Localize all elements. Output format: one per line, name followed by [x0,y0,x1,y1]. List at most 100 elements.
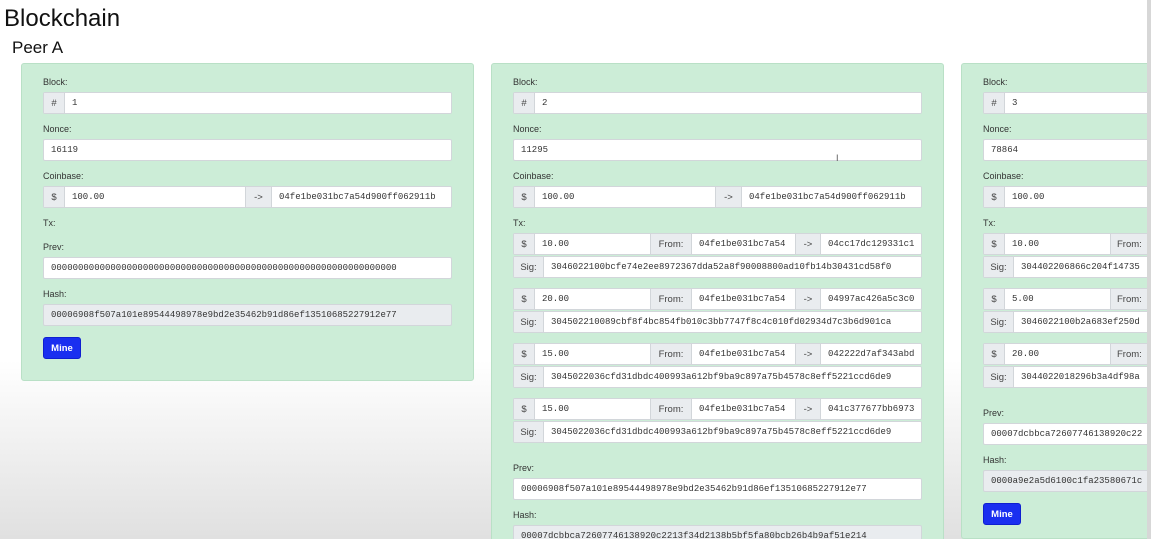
tx-from-input[interactable]: 04fe1be031bc7a54 [692,289,795,309]
coinbase-amount-input[interactable]: 100.00 [65,187,245,207]
sig-addon: Sig: [514,257,544,277]
block-number-input[interactable]: 1 [65,93,451,113]
tx-amount-input[interactable]: 15.00 [535,399,650,419]
tx-sig-row: Sig: 3044022018296b3a4df98a [983,366,1151,388]
from-addon: From: [650,234,692,254]
sig-addon: Sig: [984,367,1014,387]
dollar-sign: $ [984,289,1005,309]
coinbase-label: Coinbase: [513,171,554,181]
from-addon: From: [650,344,692,364]
block-number-input[interactable]: 3 [1005,93,1151,113]
tx-amount-input[interactable]: 15.00 [535,344,650,364]
sig-addon: Sig: [514,367,544,387]
from-addon: From: [1110,344,1151,364]
tx-sig-input[interactable]: 3044022018296b3a4df98a [1014,367,1151,387]
tx-sig-row: Sig: 3045022036cfd31dbdc400993a612bf9ba9… [513,366,922,388]
hash-label: Hash: [43,289,67,299]
hash-label: Hash: [983,455,1007,465]
tx-amount-input[interactable]: 10.00 [1005,234,1110,254]
coinbase-label: Coinbase: [43,171,84,181]
nonce-input[interactable]: 78864 [983,139,1151,161]
coinbase-amount-input[interactable]: 100.00 [535,187,715,207]
coinbase-to-input[interactable]: 04fe1be031bc7a54d900ff062911b [742,187,921,207]
tx-row: $ 20.00 From: 04fe1be031bc7a54 -> 04997a… [513,288,922,310]
tx-sig-row: Sig: 304402206866c204f14735 [983,256,1151,278]
coinbase-label: Coinbase: [983,171,1024,181]
from-addon: From: [650,289,692,309]
page-title: Blockchain [4,5,121,32]
block-number-input[interactable]: 2 [535,93,921,113]
tx-sig-input[interactable]: 304402206866c204f14735 [1014,257,1151,277]
tx-to-input[interactable]: 042222d7af343abd [821,344,921,364]
dollar-sign: $ [984,187,1005,207]
from-addon: From: [1110,234,1151,254]
block-label: Block: [43,77,68,87]
arrow-addon: -> [245,187,272,207]
sig-addon: Sig: [984,257,1014,277]
mine-button[interactable]: Mine [983,503,1021,525]
sig-addon: Sig: [514,422,544,442]
tx-sig-row: Sig: 3045022036cfd31dbdc400993a612bf9ba9… [513,421,922,443]
nonce-label: Nonce: [513,124,542,134]
tx-sig-row: Sig: 3046022100b2a683ef250d [983,311,1151,333]
dollar-sign: $ [514,234,535,254]
tx-from-input[interactable]: 04fe1be031bc7a54 [692,399,795,419]
dollar-sign: $ [514,344,535,364]
dollar-sign: $ [514,289,535,309]
arrow-addon: -> [795,234,821,254]
from-addon: From: [1110,289,1151,309]
coinbase-to-input[interactable]: 04fe1be031bc7a54d900ff062911b [272,187,451,207]
from-addon: From: [650,399,692,419]
tx-amount-input[interactable]: 20.00 [535,289,650,309]
dollar-sign: $ [984,234,1005,254]
tx-to-input[interactable]: 04cc17dc129331c1 [821,234,921,254]
coinbase-group: $ 100.00 -> 04fe1be031bc7a54d900ff062911… [43,186,452,208]
hash-value: 0000a9e2a5d6100c1fa23580671c [983,470,1151,492]
tx-row: $ 20.00 From: [983,343,1151,365]
tx-row: $ 10.00 From: 04fe1be031bc7a54 -> 04cc17… [513,233,922,255]
tx-from-input[interactable]: 04fe1be031bc7a54 [692,344,795,364]
nonce-label: Nonce: [43,124,72,134]
block-card-2: Block: # 2 Nonce: 11295 I Coinbase: $ 10… [491,63,944,539]
nonce-input[interactable]: 16119 [43,139,452,161]
arrow-addon: -> [795,399,821,419]
tx-to-input[interactable]: 041c377677bb6973 [821,399,921,419]
hash-symbol: # [514,93,535,113]
prev-label: Prev: [983,408,1005,418]
tx-amount-input[interactable]: 10.00 [535,234,650,254]
coinbase-amount-input[interactable]: 100.00 [1005,187,1151,207]
arrow-addon: -> [795,344,821,364]
peer-title: Peer A [12,38,64,57]
block-number-group: # 1 [43,92,452,114]
tx-label: Tx: [513,218,526,228]
tx-row: $ 5.00 From: [983,288,1151,310]
prev-input[interactable]: 00007dcbbca72607746138920c22 [983,423,1151,445]
tx-from-input[interactable]: 04fe1be031bc7a54 [692,234,795,254]
coinbase-group: $ 100.00 [983,186,1151,208]
arrow-addon: -> [715,187,742,207]
prev-label: Prev: [513,463,535,473]
block-number-group: # 3 [983,92,1151,114]
sig-addon: Sig: [514,312,544,332]
tx-sig-input[interactable]: 3045022036cfd31dbdc400993a612bf9ba9c897a… [544,367,921,387]
nonce-input[interactable]: 11295 [513,139,922,161]
prev-input[interactable]: 0000000000000000000000000000000000000000… [43,257,452,279]
tx-sig-input[interactable]: 3046022100bcfe74e2ee8972367dda52a8f90008… [544,257,921,277]
arrow-addon: -> [795,289,821,309]
tx-sig-input[interactable]: 3046022100b2a683ef250d [1014,312,1151,332]
prev-input[interactable]: 00006908f507a101e89544498978e9bd2e35462b… [513,478,922,500]
tx-amount-input[interactable]: 20.00 [1005,344,1110,364]
hash-symbol: # [984,93,1005,113]
tx-label: Tx: [983,218,996,228]
tx-amount-input[interactable]: 5.00 [1005,289,1110,309]
tx-row: $ 10.00 From: [983,233,1151,255]
block-card-1: Block: # 1 Nonce: 16119 Coinbase: $ 100.… [21,63,474,381]
hash-value: 00006908f507a101e89544498978e9bd2e35462b… [43,304,452,326]
tx-to-input[interactable]: 04997ac426a5c3c0 [821,289,921,309]
dollar-sign: $ [514,399,535,419]
tx-label: Tx: [43,218,56,228]
block-number-group: # 2 [513,92,922,114]
tx-sig-input[interactable]: 304502210089cbf8f4bc854fb010c3bb7747f8c4… [544,312,921,332]
tx-sig-input[interactable]: 3045022036cfd31dbdc400993a612bf9ba9c897a… [544,422,921,442]
mine-button[interactable]: Mine [43,337,81,359]
